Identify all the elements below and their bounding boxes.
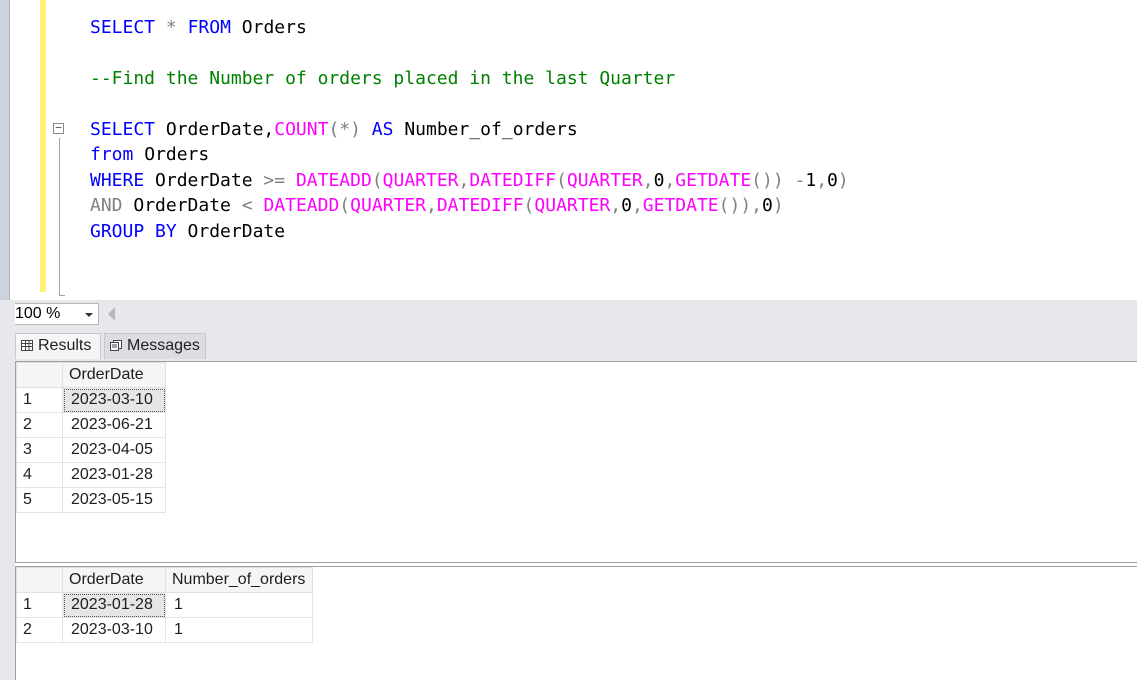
code-line-1: SELECT * FROM Orders [90, 17, 307, 38]
table-row: 2 2023-06-21 [16, 412, 166, 438]
row-number[interactable]: 4 [16, 462, 63, 488]
column-header-orderdate[interactable]: OrderDate [62, 362, 166, 388]
selection-margin [10, 0, 40, 300]
cell-orderdate[interactable]: 2023-01-28 [62, 592, 166, 618]
zoom-dropdown[interactable]: 100 % [11, 303, 99, 325]
table-row: 3 2023-04-05 [16, 437, 166, 463]
code-comment: --Find the Number of orders placed in th… [90, 68, 676, 89]
messages-icon [110, 340, 122, 351]
tab-results-label: Results [38, 337, 92, 354]
column-header-orderdate[interactable]: OrderDate [62, 567, 166, 593]
row-number[interactable]: 1 [16, 592, 63, 618]
table-row: 2 2023-03-10 1 [16, 617, 313, 643]
code-line-from: from Orders [90, 144, 210, 165]
change-tracking-bar [40, 0, 46, 292]
result-grid-1[interactable]: OrderDate 1 2023-03-10 2 2023-06-21 3 20… [15, 361, 1137, 563]
zoom-value: 100 % [15, 305, 61, 322]
header-row: OrderDate [16, 362, 166, 388]
column-header-number-of-orders[interactable]: Number_of_orders [165, 567, 313, 593]
row-number-header[interactable] [16, 567, 63, 593]
row-number-header[interactable] [16, 362, 63, 388]
code-line-where: WHERE OrderDate >= DATEADD(QUARTER,DATED… [90, 170, 849, 191]
query-editor[interactable]: − SELECT * FROM Orders --Find the Number… [0, 0, 1137, 300]
cell-orderdate[interactable]: 2023-03-10 [62, 617, 166, 643]
code-line-and: AND OrderDate < DATEADD(QUARTER,DATEDIFF… [90, 195, 784, 216]
cell-orderdate[interactable]: 2023-05-15 [62, 487, 166, 513]
chevron-down-icon[interactable] [85, 313, 93, 317]
table-row: 1 2023-01-28 1 [16, 592, 313, 618]
tab-messages-label: Messages [127, 337, 200, 354]
tab-results[interactable]: Results [15, 333, 101, 359]
row-number[interactable]: 2 [16, 617, 63, 643]
outline-end [59, 295, 65, 296]
row-number[interactable]: 1 [16, 387, 63, 413]
tab-messages[interactable]: Messages [104, 333, 206, 359]
header-row: OrderDate Number_of_orders [16, 567, 313, 593]
table-row: 4 2023-01-28 [16, 462, 166, 488]
table-row: 5 2023-05-15 [16, 487, 166, 513]
editor-status-bar [0, 300, 1137, 327]
row-number[interactable]: 3 [16, 437, 63, 463]
code-line-select: SELECT OrderDate,COUNT(*) AS Number_of_o… [90, 119, 578, 140]
cell-orderdate[interactable]: 2023-01-28 [62, 462, 166, 488]
left-gutter [0, 300, 15, 680]
code-line-group: GROUP BY OrderDate [90, 221, 286, 242]
result-table-1: OrderDate 1 2023-03-10 2 2023-06-21 3 20… [16, 362, 166, 513]
row-number[interactable]: 5 [16, 487, 63, 513]
result-grid-2[interactable]: OrderDate Number_of_orders 1 2023-01-28 … [15, 566, 1137, 680]
window-edge [0, 0, 10, 300]
cell-orderdate[interactable]: 2023-04-05 [62, 437, 166, 463]
cell-number-of-orders[interactable]: 1 [165, 617, 313, 643]
row-number[interactable]: 2 [16, 412, 63, 438]
cell-orderdate[interactable]: 2023-03-10 [62, 387, 166, 413]
collapse-region-icon[interactable]: − [53, 122, 64, 134]
cell-orderdate[interactable]: 2023-06-21 [62, 412, 166, 438]
scroll-left-arrow-icon[interactable] [108, 307, 115, 321]
table-row: 1 2023-03-10 [16, 387, 166, 413]
cell-number-of-orders[interactable]: 1 [165, 592, 313, 618]
outline-line [59, 138, 60, 296]
grid-icon [21, 340, 33, 351]
result-table-2: OrderDate Number_of_orders 1 2023-01-28 … [16, 567, 313, 643]
sql-code[interactable]: SELECT * FROM Orders --Find the Number o… [90, 0, 849, 300]
